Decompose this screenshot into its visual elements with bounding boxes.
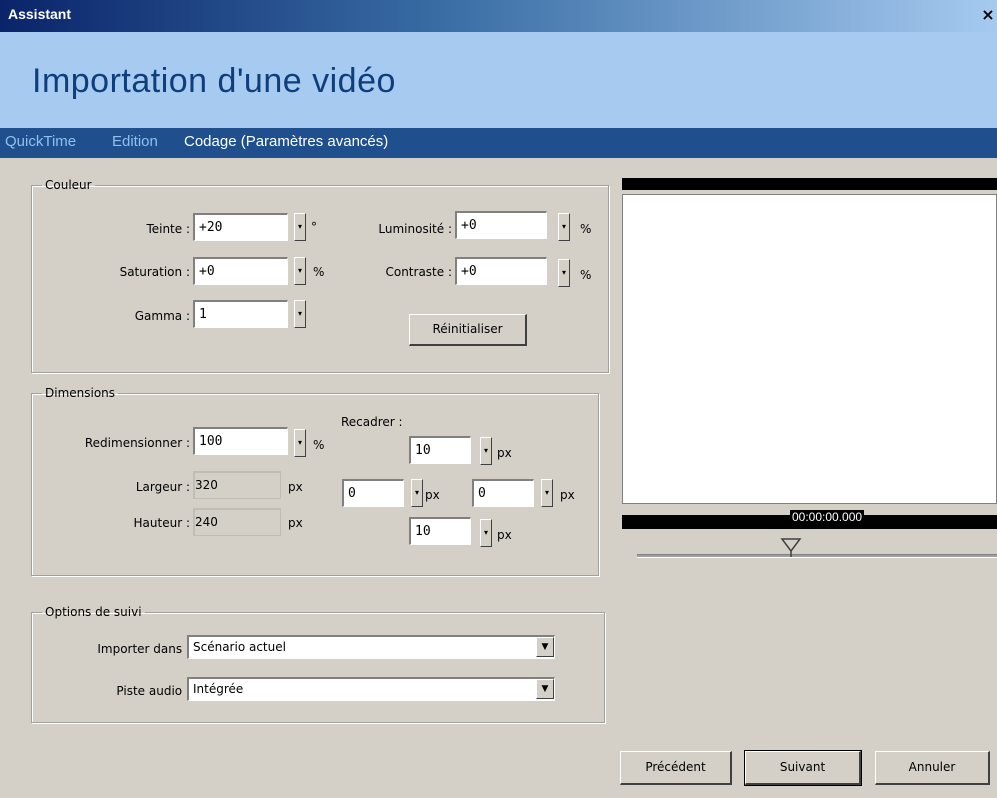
contraste-spin[interactable]: ▾ [558,259,570,287]
teinte-label: Teinte : [146,222,190,236]
crop-left-spin[interactable]: ▾ [411,479,423,507]
saturation-spin[interactable]: ▾ [294,257,306,285]
tab-edition[interactable]: Edition [112,133,158,150]
crop-right-unit: px [560,488,575,502]
slider-thumb-icon[interactable] [780,537,802,559]
next-button[interactable]: Suivant [744,750,862,786]
luminosite-input[interactable]: +0 [455,211,547,239]
saturation-label: Saturation : [119,265,190,279]
saturation-unit: % [313,265,325,279]
crop-bottom-input[interactable]: 10 [409,517,471,545]
piste-select[interactable]: Intégrée ▼ [187,677,555,701]
tab-quicktime[interactable]: QuickTime [5,133,76,150]
luminosite-spin[interactable]: ▾ [558,213,570,241]
crop-top-spin[interactable]: ▾ [480,437,492,465]
cancel-button[interactable]: Annuler [875,751,990,785]
couleur-legend: Couleur [45,178,92,192]
contraste-label: Contraste : [385,265,452,279]
redim-spin[interactable]: ▾ [294,429,306,457]
teinte-input[interactable]: +20 [193,213,288,241]
hauteur-label: Hauteur : [133,516,190,530]
gamma-spin[interactable]: ▾ [294,300,306,328]
contraste-input[interactable]: +0 [455,257,547,285]
header-banner: Importation d'une vidéo [0,32,997,128]
recadrer-label: Recadrer : [341,415,403,429]
teinte-unit: ° [311,220,317,234]
previous-button[interactable]: Précédent [620,751,732,785]
crop-top-input[interactable]: 10 [409,436,471,464]
gamma-label: Gamma : [134,309,190,323]
chevron-down-icon[interactable]: ▼ [536,637,554,657]
suivi-group: Options de suivi [31,605,605,723]
gamma-input[interactable]: 1 [193,300,288,328]
reset-button[interactable]: Réinitialiser [409,314,527,346]
largeur-value: 320 [193,471,281,499]
saturation-input[interactable]: +0 [193,257,288,285]
teinte-spin[interactable]: ▾ [294,213,306,241]
suivi-legend: Options de suivi [45,605,142,619]
crop-right-input[interactable]: 0 [472,479,534,507]
crop-top-unit: px [497,446,512,460]
importer-select[interactable]: Scénario actuel ▼ [187,635,555,659]
importer-value: Scénario actuel [193,640,286,654]
timecode-display: 00:00:00.000 [790,510,865,524]
crop-left-input[interactable]: 0 [342,479,404,507]
redim-label: Redimensionner : [84,436,190,450]
crop-bottom-unit: px [497,528,512,542]
piste-value: Intégrée [193,682,244,696]
redim-unit: % [313,438,325,452]
crop-left-unit: px [425,488,440,502]
luminosite-unit: % [580,222,592,236]
crop-bottom-spin[interactable]: ▾ [480,519,492,547]
dimensions-legend: Dimensions [45,386,116,400]
chevron-down-icon[interactable]: ▼ [536,679,554,699]
timeline-slider[interactable] [637,554,997,558]
close-icon[interactable]: × [979,4,997,26]
window-title: Assistant [8,6,72,22]
tab-codage[interactable]: Codage (Paramètres avancés) [184,133,388,150]
piste-label: Piste audio : [116,684,190,698]
contraste-unit: % [580,268,592,282]
page-title: Importation d'une vidéo [32,62,396,100]
video-preview [622,194,997,504]
luminosite-label: Luminosité : [378,222,452,236]
title-bar: Assistant × [0,0,997,32]
crop-right-spin[interactable]: ▾ [541,479,553,507]
hauteur-unit: px [288,516,303,530]
hauteur-value: 240 [193,508,281,536]
step-nav: QuickTime Edition Codage (Paramètres ava… [0,128,997,158]
redim-input[interactable]: 100 [193,427,288,455]
largeur-label: Largeur : [135,480,190,494]
preview-top-bar [622,178,997,190]
importer-label: Importer dans : [97,642,190,656]
largeur-unit: px [288,480,303,494]
